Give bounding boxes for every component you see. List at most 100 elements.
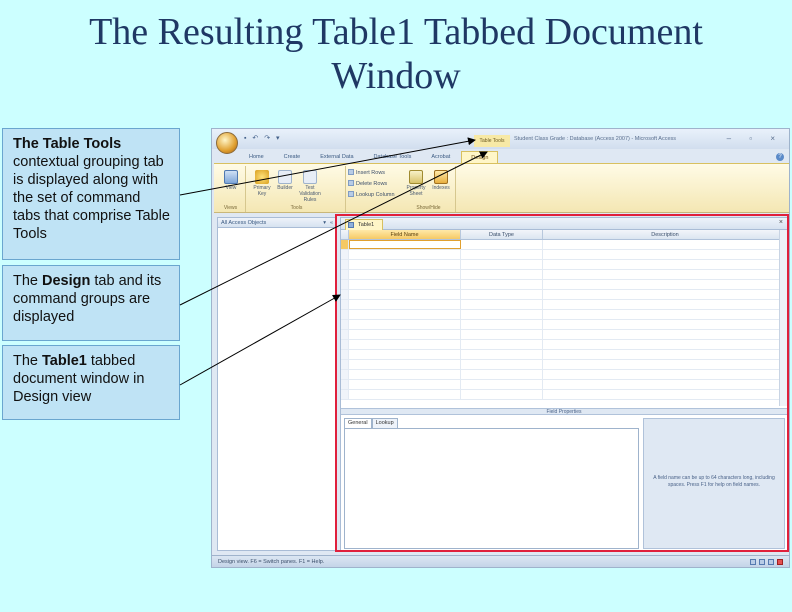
table-row[interactable] [341, 320, 787, 330]
grid-cell-dt[interactable] [461, 290, 543, 299]
grid-cell-fn[interactable] [349, 330, 461, 339]
tab-create[interactable]: Create [275, 151, 310, 163]
grid-cell-fn[interactable] [349, 390, 461, 399]
grid-cell-sel[interactable] [341, 310, 349, 319]
property-sheet-button[interactable]: Property Sheet [404, 170, 428, 197]
grid-cell-dt[interactable] [461, 240, 543, 249]
grid-cell-ds[interactable] [543, 310, 787, 319]
grid-cell-ds[interactable] [543, 260, 787, 269]
quick-access-toolbar[interactable]: ▪ ↶ ↷ ▾ [244, 134, 282, 142]
grid-cell-fn[interactable] [349, 280, 461, 289]
doc-tab-table1[interactable]: Table1 [345, 219, 384, 230]
grid-cell-dt[interactable] [461, 260, 543, 269]
table-row[interactable] [341, 290, 787, 300]
grid-cell-dt[interactable] [461, 250, 543, 259]
grid-cell-dt[interactable] [461, 390, 543, 399]
grid-cell-sel[interactable] [341, 300, 349, 309]
grid-cell-dt[interactable] [461, 380, 543, 389]
grid-cell-sel[interactable] [341, 250, 349, 259]
table-row[interactable] [341, 240, 787, 250]
field-properties-body[interactable] [344, 428, 639, 549]
grid-cell-ds[interactable] [543, 330, 787, 339]
grid-cell-ds[interactable] [543, 290, 787, 299]
grid-cell-dt[interactable] [461, 340, 543, 349]
window-controls[interactable]: – ▫ × [727, 134, 783, 143]
close-icon[interactable]: × [779, 219, 783, 226]
grid-cell-ds[interactable] [543, 300, 787, 309]
vertical-scrollbar[interactable] [779, 230, 787, 406]
grid-cell-dt[interactable] [461, 330, 543, 339]
grid-cell-ds[interactable] [543, 370, 787, 379]
grid-cell-ds[interactable] [543, 350, 787, 359]
indexes-button[interactable]: Indexes [429, 170, 453, 191]
grid-cell-fn[interactable] [349, 350, 461, 359]
office-button-icon[interactable] [216, 132, 238, 154]
grid-cell-ds[interactable] [543, 320, 787, 329]
grid-cell-dt[interactable] [461, 270, 543, 279]
grid-cell-ds[interactable] [543, 280, 787, 289]
lookup-column-button[interactable]: Lookup Column [348, 191, 395, 199]
table-row[interactable] [341, 260, 787, 270]
grid-cell-fn[interactable] [349, 380, 461, 389]
grid-cell-sel[interactable] [341, 380, 349, 389]
grid-cell-fn[interactable] [349, 360, 461, 369]
builder-button[interactable]: Builder [274, 170, 296, 191]
tab-database-tools[interactable]: Database Tools [365, 151, 421, 163]
grid-cell-sel[interactable] [341, 330, 349, 339]
grid-cell-fn[interactable] [349, 250, 461, 259]
tab-home[interactable]: Home [240, 151, 273, 163]
primary-key-button[interactable]: Primary Key [251, 170, 273, 197]
grid-cell-ds[interactable] [543, 270, 787, 279]
table-row[interactable] [341, 360, 787, 370]
grid-cell-dt[interactable] [461, 310, 543, 319]
grid-cell-sel[interactable] [341, 290, 349, 299]
grid-cell-sel[interactable] [341, 360, 349, 369]
grid-cell-dt[interactable] [461, 280, 543, 289]
table-row[interactable] [341, 310, 787, 320]
grid-cell-sel[interactable] [341, 340, 349, 349]
grid-cell-fn[interactable] [349, 300, 461, 309]
table-row[interactable] [341, 350, 787, 360]
tab-lookup[interactable]: Lookup [371, 418, 398, 428]
grid-cell-ds[interactable] [543, 240, 787, 249]
design-view-icon[interactable] [777, 559, 783, 565]
table-row[interactable] [341, 340, 787, 350]
help-icon[interactable]: ? [776, 153, 784, 161]
test-validation-button[interactable]: Test Validation Rules [297, 170, 323, 203]
grid-cell-ds[interactable] [543, 360, 787, 369]
grid-cell-fn[interactable] [349, 240, 461, 249]
table-row[interactable] [341, 300, 787, 310]
grid-cell-fn[interactable] [349, 260, 461, 269]
nav-pane-header[interactable]: All Access Objects ▾ « [218, 218, 336, 228]
grid-cell-ds[interactable] [543, 390, 787, 399]
grid-cell-fn[interactable] [349, 310, 461, 319]
grid-cell-fn[interactable] [349, 270, 461, 279]
insert-rows-button[interactable]: Insert Rows [348, 169, 385, 177]
grid-cell-dt[interactable] [461, 320, 543, 329]
tab-acrobat[interactable]: Acrobat [422, 151, 459, 163]
grid-cell-sel[interactable] [341, 350, 349, 359]
grid-cell-ds[interactable] [543, 380, 787, 389]
grid-cell-fn[interactable] [349, 370, 461, 379]
grid-cell-dt[interactable] [461, 360, 543, 369]
grid-cell-dt[interactable] [461, 370, 543, 379]
delete-rows-button[interactable]: Delete Rows [348, 180, 387, 188]
grid-cell-sel[interactable] [341, 260, 349, 269]
grid-cell-ds[interactable] [543, 250, 787, 259]
grid-cell-sel[interactable] [341, 390, 349, 399]
pivot-table-icon[interactable] [759, 559, 765, 565]
grid-cell-ds[interactable] [543, 340, 787, 349]
table-row[interactable] [341, 390, 787, 400]
tab-design[interactable]: Design [461, 151, 499, 163]
table-row[interactable] [341, 250, 787, 260]
grid-cell-sel[interactable] [341, 370, 349, 379]
pivot-chart-icon[interactable] [768, 559, 774, 565]
grid-cell-dt[interactable] [461, 300, 543, 309]
table-row[interactable] [341, 270, 787, 280]
table-row[interactable] [341, 280, 787, 290]
tab-general[interactable]: General [344, 418, 372, 428]
grid-cell-fn[interactable] [349, 340, 461, 349]
grid-cell-dt[interactable] [461, 350, 543, 359]
grid-cell-sel[interactable] [341, 280, 349, 289]
shutter-bar-icon[interactable]: « [330, 218, 333, 228]
